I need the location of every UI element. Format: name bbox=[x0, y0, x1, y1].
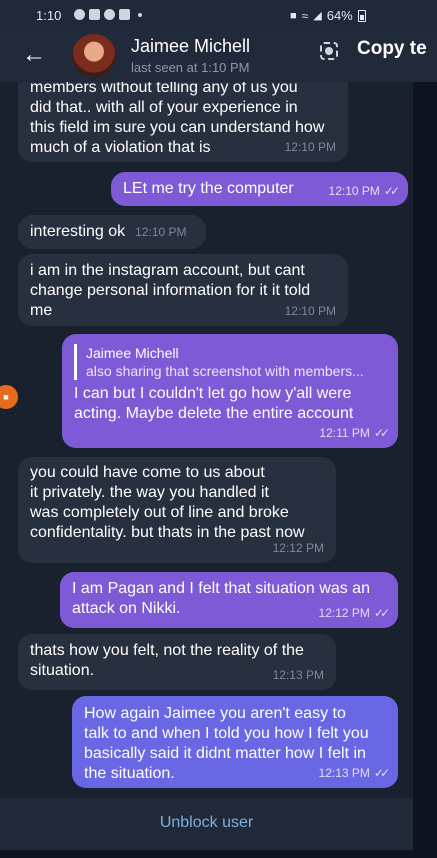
read-ticks-icon: ✓✓ bbox=[373, 606, 390, 620]
message-time: 12:12 PM bbox=[318, 606, 370, 620]
back-arrow-icon[interactable]: ← bbox=[22, 42, 48, 68]
message-incoming[interactable]: thats how you felt, not the reality of t… bbox=[18, 634, 336, 690]
message-time: 12:10 PM bbox=[284, 140, 336, 154]
status-bar: 1:10 ■ ≈ ◢ 64% bbox=[0, 0, 437, 30]
message-text: I can but I couldn't let go how y'all we… bbox=[74, 385, 354, 422]
screen-record-icon[interactable]: ■ bbox=[0, 385, 18, 409]
reply-quote[interactable]: Jaimee Michell also sharing that screens… bbox=[74, 344, 386, 380]
message-outgoing[interactable]: LEt me try the computer 12:10 PM ✓✓ bbox=[111, 172, 408, 206]
copy-text-icon[interactable] bbox=[320, 42, 338, 60]
message-time: 12:13 PM bbox=[272, 668, 324, 682]
lock-icon: ■ bbox=[290, 9, 297, 22]
messenger-icon-2 bbox=[104, 9, 115, 20]
avatar[interactable] bbox=[72, 34, 116, 78]
wifi-icon: ≈ bbox=[301, 8, 309, 23]
battery-percent: 64% bbox=[326, 8, 353, 23]
more-notifications-dot bbox=[138, 12, 142, 17]
message-incoming[interactable]: i am in the instagram account, but cant … bbox=[18, 254, 348, 326]
facebook-icon bbox=[89, 9, 100, 20]
message-outgoing-reply[interactable]: Jaimee Michell also sharing that screens… bbox=[62, 334, 398, 448]
read-ticks-icon: ✓✓ bbox=[373, 766, 390, 780]
message-time: 12:10 PM bbox=[284, 304, 336, 318]
message-incoming[interactable]: interesting ok 12:10 PM bbox=[18, 215, 206, 249]
message-incoming[interactable]: you could have come to us about it priva… bbox=[18, 457, 336, 563]
right-edge-strip bbox=[413, 82, 437, 858]
bottom-bar: Unblock user bbox=[0, 798, 413, 850]
reply-author: Jaimee Michell bbox=[86, 345, 179, 361]
message-time: 12:10 PM bbox=[328, 184, 380, 198]
message-time: 12:13 PM bbox=[318, 766, 370, 780]
status-time: 1:10 bbox=[36, 8, 62, 23]
message-time: 12:11 PM bbox=[319, 426, 370, 440]
last-seen-status: last seen at 1:10 PM bbox=[131, 60, 250, 75]
unblock-user-button[interactable]: Unblock user bbox=[0, 814, 413, 832]
contact-name[interactable]: Jaimee Michell bbox=[131, 36, 250, 57]
messenger-icon bbox=[74, 9, 85, 20]
reply-snippet: also sharing that screenshot with member… bbox=[86, 363, 364, 379]
message-list[interactable]: members without telling any of us you di… bbox=[0, 82, 413, 798]
read-ticks-icon: ✓✓ bbox=[383, 184, 400, 198]
facebook-icon-2 bbox=[119, 9, 130, 20]
notification-icons bbox=[74, 9, 142, 20]
message-time: 12:10 PM bbox=[135, 225, 187, 239]
read-ticks-icon: ✓✓ bbox=[373, 426, 390, 440]
message-outgoing[interactable]: I am Pagan and I felt that situation was… bbox=[60, 572, 398, 628]
system-status: ■ ≈ ◢ 64% bbox=[290, 8, 366, 23]
signal-icon: ◢ bbox=[313, 10, 322, 22]
nav-strip bbox=[0, 850, 437, 858]
chat-header: ← Jaimee Michell last seen at 1:10 PM Co… bbox=[0, 30, 437, 82]
message-text: you could have come to us about it priva… bbox=[30, 464, 305, 541]
message-incoming[interactable]: members without telling any of us you di… bbox=[18, 82, 348, 162]
message-text: interesting ok bbox=[30, 223, 126, 240]
message-time: 12:12 PM bbox=[272, 541, 324, 555]
message-outgoing[interactable]: How again Jaimee you aren't easy to talk… bbox=[72, 696, 398, 788]
message-text: LEt me try the computer bbox=[123, 180, 294, 197]
copy-text-button[interactable]: Copy te bbox=[357, 38, 427, 60]
battery-icon bbox=[357, 9, 366, 22]
